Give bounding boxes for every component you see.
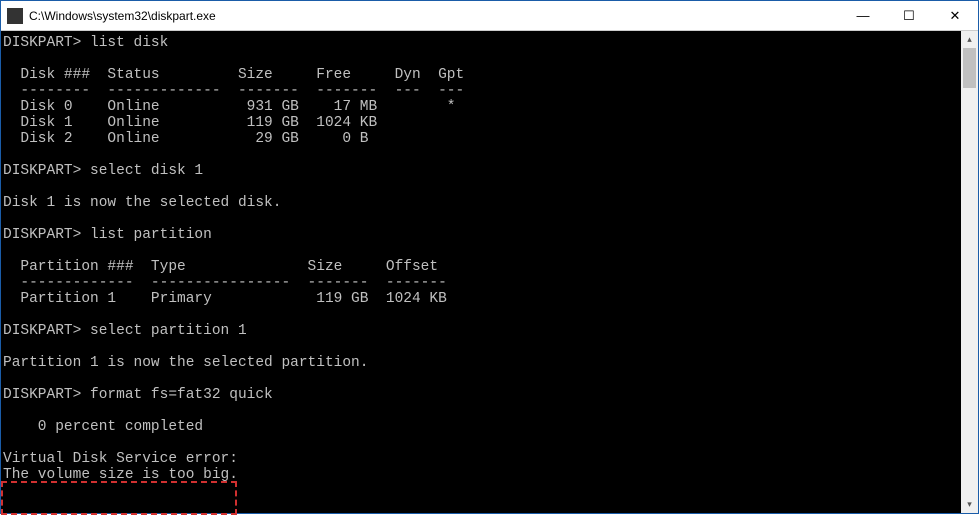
- app-icon: [7, 8, 23, 24]
- console-area: DISKPART> list disk Disk ### Status Size…: [1, 31, 978, 513]
- scroll-thumb[interactable]: [963, 48, 976, 88]
- close-button[interactable]: ✕: [932, 1, 978, 31]
- vertical-scrollbar[interactable]: ▴ ▾: [961, 31, 978, 513]
- window-title: C:\Windows\system32\diskpart.exe: [29, 9, 216, 23]
- scroll-down-arrow[interactable]: ▾: [961, 496, 978, 513]
- minimize-button[interactable]: —: [840, 1, 886, 31]
- window-titlebar: C:\Windows\system32\diskpart.exe — ☐ ✕: [1, 1, 978, 31]
- console-output[interactable]: DISKPART> list disk Disk ### Status Size…: [1, 31, 961, 513]
- scroll-up-arrow[interactable]: ▴: [961, 31, 978, 48]
- maximize-button[interactable]: ☐: [886, 1, 932, 31]
